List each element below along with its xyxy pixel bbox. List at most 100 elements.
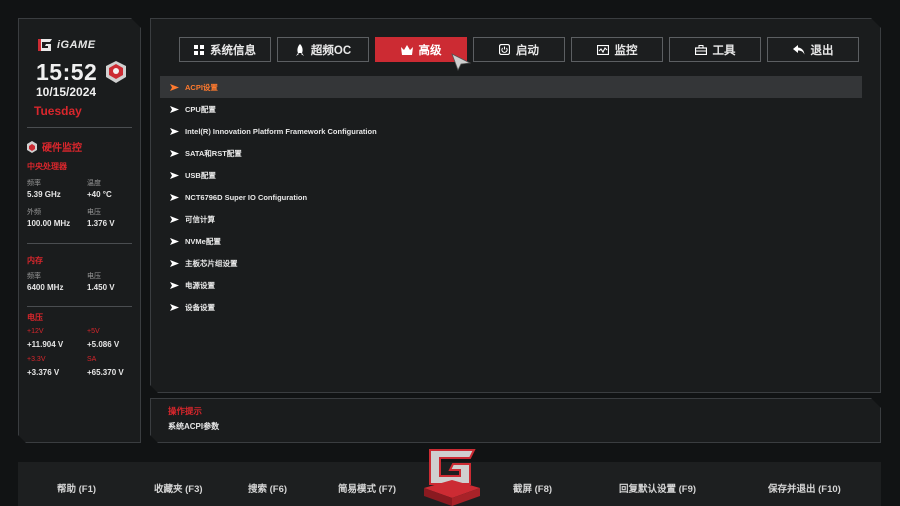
- menu-item-label: CPU配置: [185, 104, 216, 114]
- cpu-freq-value: 5.39 GHz: [27, 190, 61, 199]
- voltage-section-title: 电压: [27, 313, 43, 322]
- tab-tools[interactable]: 工具: [669, 37, 761, 62]
- menu-item-label: NCT6796D Super IO Configuration: [185, 192, 308, 202]
- search-button[interactable]: 搜索 (F6): [248, 481, 287, 495]
- menu-item-label: ACPI设置: [185, 82, 218, 92]
- left-status-panel: iGAME 15:52 10/15/2024 Tuesday 硬件监控 中央处理…: [18, 18, 141, 443]
- menu-item-label: NVMe配置: [185, 236, 221, 246]
- tab-label: 监控: [614, 44, 638, 57]
- favorites-button[interactable]: 收藏夹 (F3): [154, 481, 203, 495]
- cpu-temp-label: 温度: [87, 180, 101, 187]
- chevron-right-icon: [170, 216, 179, 223]
- sa-label: SA: [87, 356, 97, 363]
- hardware-monitor-title: 硬件监控: [42, 143, 82, 154]
- sa-value: +65.370 V: [87, 368, 124, 377]
- menu-item-sata-rst[interactable]: SATA和RST配置: [160, 142, 862, 164]
- tab-boot[interactable]: 启动: [473, 37, 565, 62]
- chevron-right-icon: [170, 238, 179, 245]
- load-defaults-button[interactable]: 回复默认设置 (F9): [619, 481, 696, 495]
- bios-screen: iGAME 15:52 10/15/2024 Tuesday 硬件监控 中央处理…: [0, 0, 900, 506]
- save-exit-button[interactable]: 保存并退出 (F10): [768, 481, 841, 495]
- memory-section-title: 内存: [27, 256, 43, 265]
- back-arrow-icon: [793, 45, 805, 55]
- tab-label: 退出: [810, 44, 834, 57]
- screenshot-button[interactable]: 截屏 (F8): [513, 481, 552, 495]
- hint-panel: 操作提示 系统ACPI参数: [150, 398, 881, 443]
- cpu-volt-label: 电压: [87, 209, 101, 216]
- menu-item-ipf[interactable]: Intel(R) Innovation Platform Framework C…: [160, 120, 862, 142]
- memory-volt-value: 1.450 V: [87, 283, 115, 292]
- toolbox-icon: [695, 45, 707, 55]
- memory-freq-value: 6400 MHz: [27, 283, 64, 292]
- help-button[interactable]: 帮助 (F1): [57, 481, 96, 495]
- hardware-monitor-icon: [27, 141, 37, 153]
- cpu-ext-freq-value: 100.00 MHz: [27, 219, 71, 228]
- chevron-right-icon: [170, 194, 179, 201]
- rocket-icon: [295, 44, 305, 56]
- igame-center-logo-icon: [424, 449, 480, 506]
- chevron-right-icon: [170, 150, 179, 157]
- chevron-right-icon: [170, 84, 179, 91]
- menu-item-power[interactable]: 电源设置: [160, 274, 862, 296]
- chevron-right-icon: [170, 172, 179, 179]
- cube-emblem-icon: [103, 59, 129, 90]
- divider: [27, 243, 132, 244]
- tab-overclock[interactable]: 超频OC: [277, 37, 369, 62]
- chevron-right-icon: [170, 260, 179, 267]
- menu-item-nvme[interactable]: NVMe配置: [160, 230, 862, 252]
- tab-label: 高级: [418, 44, 442, 57]
- menu-item-trusted-computing[interactable]: 可信计算: [160, 208, 862, 230]
- hint-text: 系统ACPI参数: [168, 422, 220, 431]
- clock-date: 10/15/2024: [36, 85, 97, 99]
- tab-bar: 系统信息 超频OC 高级 启动 监控 工具 退出: [179, 37, 859, 62]
- hardware-monitor-header: 硬件监控: [27, 139, 82, 154]
- menu-item-label: 设备设置: [185, 302, 215, 312]
- menu-item-devices[interactable]: 设备设置: [160, 296, 862, 318]
- tab-label: 启动: [516, 44, 539, 57]
- igame-logo-icon: [36, 37, 54, 53]
- clock-day: Tuesday: [34, 104, 82, 118]
- cpu-freq-label: 频率: [27, 180, 41, 187]
- cpu-ext-freq-label: 外频: [27, 209, 41, 216]
- memory-volt-label: 电压: [87, 273, 101, 280]
- v12-label: +12V: [27, 328, 44, 335]
- monitor-icon: [597, 45, 609, 55]
- memory-freq-label: 频率: [27, 273, 41, 280]
- menu-item-cpu[interactable]: CPU配置: [160, 98, 862, 120]
- cpu-section-title: 中央处理器: [27, 162, 67, 171]
- grid-icon: [194, 45, 204, 55]
- v33-value: +3.376 V: [27, 368, 60, 377]
- hint-title: 操作提示: [168, 406, 203, 416]
- logo-text: iGAME: [57, 39, 96, 51]
- igame-logo: iGAME: [36, 35, 106, 55]
- chevron-right-icon: [170, 282, 179, 289]
- menu-item-super-io[interactable]: NCT6796D Super IO Configuration: [160, 186, 862, 208]
- clock-time: 15:52: [36, 59, 98, 85]
- crown-icon: [401, 45, 413, 55]
- tab-monitor[interactable]: 监控: [571, 37, 663, 62]
- tab-exit[interactable]: 退出: [767, 37, 859, 62]
- chevron-right-icon: [170, 106, 179, 113]
- tab-label: 工具: [712, 44, 736, 57]
- menu-item-usb[interactable]: USB配置: [160, 164, 862, 186]
- menu-item-label: SATA和RST配置: [185, 148, 242, 158]
- mouse-cursor-icon: [451, 53, 471, 71]
- tab-label: 系统信息: [210, 44, 256, 57]
- cpu-temp-value: +40 °C: [87, 190, 112, 199]
- menu-item-chipset[interactable]: 主板芯片组设置: [160, 252, 862, 274]
- v12-value: +11.904 V: [27, 340, 64, 349]
- cpu-volt-value: 1.376 V: [87, 219, 115, 228]
- divider: [27, 306, 132, 307]
- menu-item-label: 主板芯片组设置: [185, 258, 238, 268]
- menu-item-label: Intel(R) Innovation Platform Framework C…: [185, 126, 377, 136]
- divider: [27, 127, 132, 128]
- tab-system-info[interactable]: 系统信息: [179, 37, 271, 62]
- power-icon: [499, 44, 510, 55]
- tab-label: 超频OC: [310, 44, 352, 57]
- chevron-right-icon: [170, 128, 179, 135]
- menu-item-label: 可信计算: [185, 214, 215, 224]
- main-panel: 系统信息 超频OC 高级 启动 监控 工具 退出 ACPI设置 CPU配置 In…: [150, 18, 881, 393]
- easy-mode-button[interactable]: 简易模式 (F7): [338, 481, 396, 495]
- menu-item-acpi[interactable]: ACPI设置: [160, 76, 862, 98]
- v5-value: +5.086 V: [87, 340, 120, 349]
